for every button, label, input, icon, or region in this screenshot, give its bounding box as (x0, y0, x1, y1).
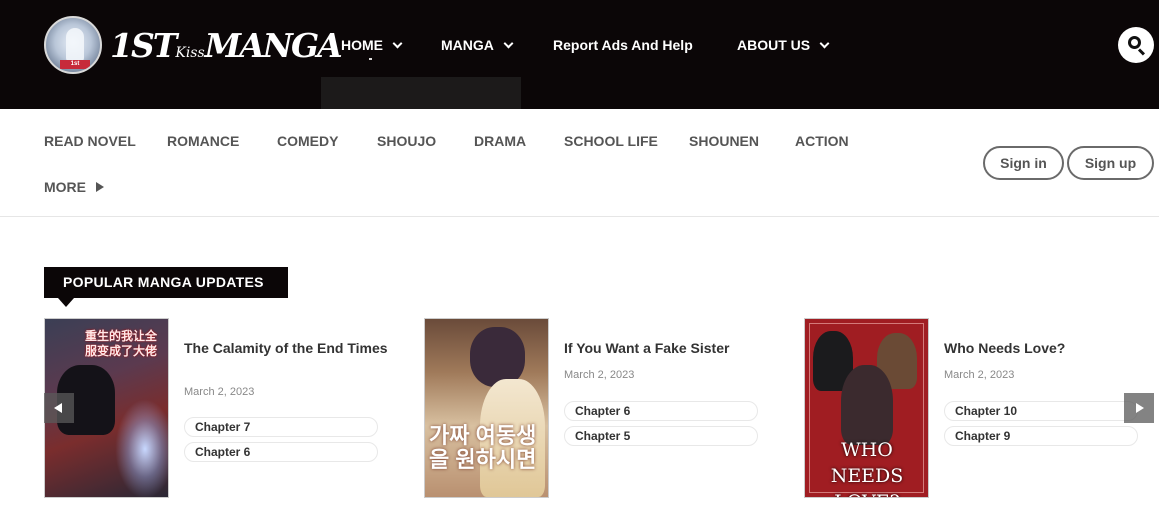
cover-title-text: 重生的我让全服变成了大佬 (85, 329, 158, 358)
manga-cover[interactable]: 가짜 여동생을 원하시면 (424, 318, 549, 498)
genre-school-life[interactable]: SCHOOL LIFE (564, 132, 658, 150)
cover-art-glow (115, 399, 168, 497)
manga-card: 重生的我让全服变成了大佬 The Calamity of the End Tim… (44, 318, 394, 498)
manga-cover[interactable]: WHO NEEDS LOVE? (804, 318, 929, 498)
logo-text-small: Kiss (175, 45, 205, 61)
manga-card: WHO NEEDS LOVE? Who Needs Love? March 2,… (804, 318, 1154, 498)
nav-about-us-label: ABOUT US (737, 37, 811, 53)
site-logo-text[interactable]: 1STKissMANGA (110, 24, 343, 75)
nav-manga[interactable]: MANGA (441, 36, 514, 54)
nav-about-us[interactable]: ABOUT US (737, 36, 830, 54)
genre-more[interactable]: MORE (44, 178, 104, 196)
manga-date: March 2, 2023 (184, 386, 255, 398)
manga-date: March 2, 2023 (944, 369, 1015, 381)
arrow-right-icon (1136, 403, 1144, 413)
genre-bar: READ NOVEL ROMANCE COMEDY SHOUJO DRAMA S… (0, 109, 1159, 217)
nav-report-ads-label: Report Ads And Help (553, 37, 693, 53)
nav-manga-label: MANGA (441, 37, 494, 53)
manga-title[interactable]: Who Needs Love? (944, 340, 1154, 357)
manga-title[interactable]: If You Want a Fake Sister (564, 340, 774, 357)
chevron-down-icon (392, 38, 403, 48)
chapter-link[interactable]: Chapter 6 (184, 442, 378, 462)
genre-action[interactable]: ACTION (795, 132, 849, 150)
cover-title-text: WHO NEEDS LOVE? (830, 439, 904, 497)
cover-art-figure (470, 327, 525, 387)
nav-home[interactable]: HOME (341, 36, 403, 54)
caret-right-icon (96, 182, 104, 192)
manga-card: 가짜 여동생을 원하시면 If You Want a Fake Sister M… (424, 318, 774, 498)
genre-shounen[interactable]: SHOUNEN (689, 132, 759, 150)
manga-title[interactable]: The Calamity of the End Times (184, 340, 394, 357)
nav-report-ads[interactable]: Report Ads And Help (553, 36, 693, 54)
genre-more-label: MORE (44, 179, 86, 195)
genre-drama[interactable]: DRAMA (474, 132, 526, 150)
search-icon-handle (1137, 48, 1146, 56)
cover-art-figure (841, 365, 893, 445)
chevron-down-icon (819, 38, 830, 48)
genre-romance[interactable]: ROMANCE (167, 132, 239, 150)
chapter-link[interactable]: Chapter 6 (564, 401, 758, 421)
chevron-down-icon (503, 38, 514, 48)
cover-title-text: 가짜 여동생을 원하시면 (429, 423, 537, 472)
nav-submenu-strip (321, 77, 521, 109)
nav-active-indicator (369, 58, 372, 60)
sign-in-button[interactable]: Sign in (983, 146, 1064, 180)
popular-section-title: POPULAR MANGA UPDATES (44, 267, 288, 307)
manga-date: March 2, 2023 (564, 369, 635, 381)
chapter-link[interactable]: Chapter 7 (184, 417, 378, 437)
genre-read-novel[interactable]: READ NOVEL (44, 132, 136, 150)
slider-next-button[interactable] (1124, 393, 1154, 423)
logo-figure (66, 28, 84, 62)
logo-text-main: 1ST (110, 26, 177, 65)
genre-comedy[interactable]: COMEDY (277, 132, 338, 150)
search-icon (1128, 36, 1141, 49)
chapter-link[interactable]: Chapter 9 (944, 426, 1138, 446)
nav-home-label: HOME (341, 37, 383, 53)
sign-up-button[interactable]: Sign up (1067, 146, 1154, 180)
genre-shoujo[interactable]: SHOUJO (377, 132, 436, 150)
search-button[interactable] (1118, 27, 1154, 63)
logo-badge-tag: 1st (60, 60, 90, 69)
chapter-link[interactable]: Chapter 5 (564, 426, 758, 446)
chapter-link[interactable]: Chapter 10 (944, 401, 1138, 421)
slider-prev-button[interactable] (44, 393, 74, 423)
arrow-left-icon (54, 403, 62, 413)
site-logo-badge[interactable]: 1st (44, 16, 102, 74)
site-header: 1st 1STKissMANGA HOME MANGA Report Ads A… (0, 0, 1159, 109)
logo-text-end: MANGA (204, 26, 343, 65)
